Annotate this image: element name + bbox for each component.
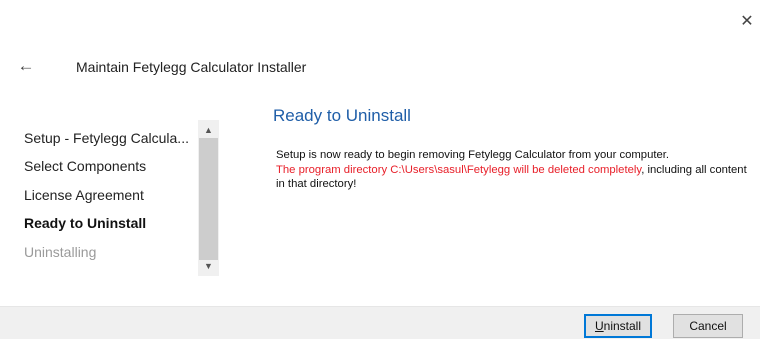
scroll-down-icon[interactable]: ▼ <box>198 258 219 274</box>
warning-text: The program directory C:\Users\sasul\Fet… <box>276 163 642 176</box>
step-setup: Setup - Fetylegg Calcula... <box>24 130 189 146</box>
description-warning-line: The program directory C:\Users\sasul\Fet… <box>276 163 756 192</box>
window-title: Maintain Fetylegg Calculator Installer <box>76 59 307 75</box>
uninstall-label: ninstall <box>603 319 642 333</box>
page-heading: Ready to Uninstall <box>273 106 411 125</box>
page-description: Setup is now ready to begin removing Fet… <box>276 148 756 192</box>
close-icon[interactable]: ✕ <box>736 10 758 32</box>
steps-scrollbar[interactable]: ▲ ▼ <box>198 120 219 276</box>
step-uninstalling: Uninstalling <box>24 243 97 260</box>
cancel-button[interactable]: Cancel <box>673 314 743 338</box>
uninstall-button[interactable]: Uninstall <box>584 314 652 338</box>
back-arrow-icon[interactable]: ← <box>16 56 36 75</box>
uninstall-accesskey: U <box>594 319 604 333</box>
scroll-up-icon[interactable]: ▲ <box>198 122 219 138</box>
step-license-agreement: License Agreement <box>24 186 144 203</box>
steps-list: Setup - Fetylegg Calcula... Select Compo… <box>24 124 196 270</box>
step-ready-to-uninstall: Ready to Uninstall <box>24 215 147 232</box>
scroll-thumb[interactable] <box>199 138 218 260</box>
description-line: Setup is now ready to begin removing Fet… <box>276 149 670 161</box>
step-select-components: Select Components <box>24 158 147 175</box>
